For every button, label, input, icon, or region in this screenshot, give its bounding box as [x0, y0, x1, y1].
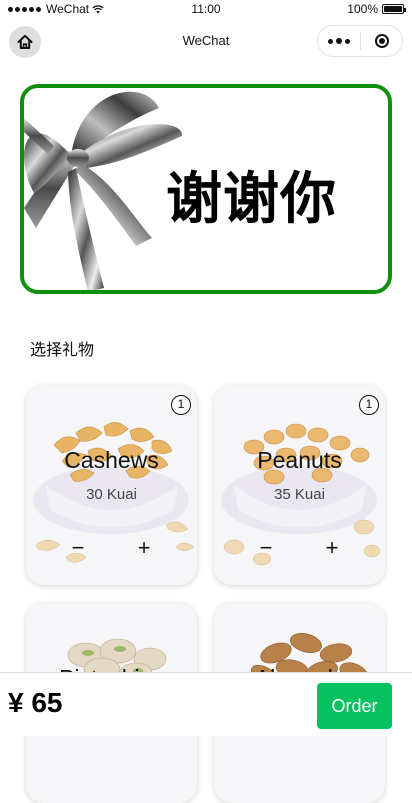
target-icon — [374, 34, 389, 48]
product-name: Cashews — [64, 447, 159, 473]
decrease-button[interactable]: − — [64, 535, 92, 563]
status-bar: WeChat 11:00 100% — [0, 0, 412, 18]
status-right: 100% — [347, 2, 406, 16]
close-button[interactable] — [361, 34, 402, 48]
decrease-button[interactable]: − — [252, 535, 280, 563]
mini-program-capsule — [317, 25, 403, 57]
quantity-badge: 1 — [171, 395, 191, 415]
battery-icon — [382, 4, 406, 14]
more-dots-icon[interactable] — [318, 38, 360, 44]
total-price: ¥ 65 — [8, 687, 63, 718]
section-title: 选择礼物 — [30, 342, 95, 359]
product-price: 30 Kuai — [86, 486, 137, 503]
product-name: Peanuts — [257, 447, 342, 473]
navigation-bar: WeChat — [0, 18, 412, 64]
product-card-cashews[interactable]: 1 Cashews 30 Kuai − + — [26, 385, 197, 585]
cashews-photo — [26, 385, 197, 585]
increase-button[interactable]: + — [318, 535, 346, 563]
quantity-badge: 1 — [359, 395, 379, 415]
battery-percent: 100% — [347, 2, 378, 16]
checkout-bar: ¥ 65 Order — [0, 672, 412, 736]
peanuts-photo — [214, 385, 385, 585]
banner-text: 谢谢你 — [166, 167, 337, 232]
increase-button[interactable]: + — [130, 535, 158, 563]
order-button[interactable]: Order — [317, 683, 392, 729]
product-price: 35 Kuai — [274, 486, 325, 503]
thank-you-banner: 谢谢你 — [20, 84, 392, 294]
product-card-peanuts[interactable]: 1 Peanuts 35 Kuai − + — [214, 385, 385, 585]
